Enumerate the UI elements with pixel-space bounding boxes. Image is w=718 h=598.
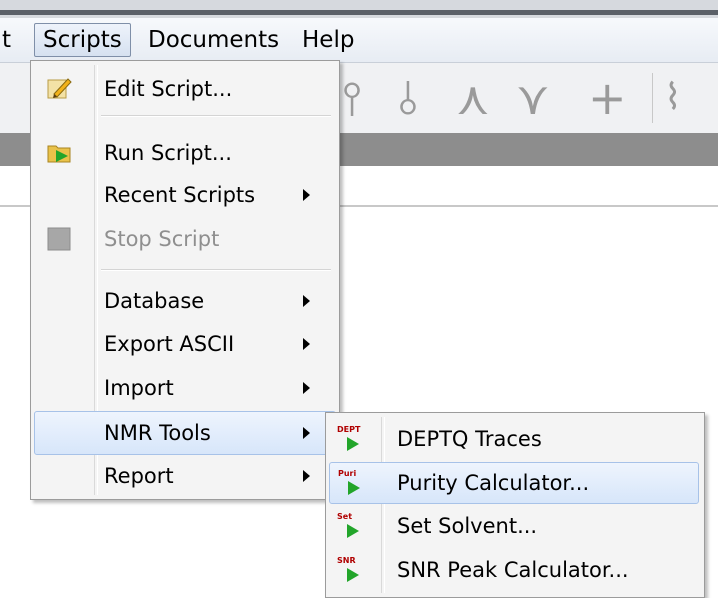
play-icon bbox=[347, 524, 359, 538]
icon-tag: Set bbox=[337, 512, 353, 521]
peak-pick-icon[interactable]: ⫰ bbox=[398, 67, 418, 129]
menu-item-label: Stop Script bbox=[104, 227, 220, 251]
icon-tag: SNR bbox=[337, 556, 356, 565]
toolbar-divider bbox=[652, 73, 653, 123]
snr-script-icon: SNR bbox=[337, 556, 365, 584]
menu-item-label: NMR Tools bbox=[104, 421, 211, 445]
menu-item-label: Database bbox=[104, 289, 205, 313]
edit-script-icon bbox=[47, 78, 72, 99]
submenu-arrow-icon bbox=[303, 189, 310, 201]
nmr-tools-submenu: DEPT DEPTQ Traces Puri Purity Calculator… bbox=[325, 412, 705, 598]
submenu-item-deptq-traces[interactable]: DEPT DEPTQ Traces bbox=[329, 419, 697, 459]
menu-item-label: Recent Scripts bbox=[104, 183, 256, 207]
menu-separator bbox=[101, 269, 331, 271]
play-icon bbox=[348, 481, 360, 495]
run-script-icon bbox=[47, 145, 71, 163]
menu-item-label: Import bbox=[104, 376, 174, 400]
icon-tag: Puri bbox=[338, 469, 357, 478]
submenu-item-set-solvent[interactable]: Set Set Solvent... bbox=[329, 506, 697, 546]
menu-help[interactable]: Help bbox=[294, 23, 362, 57]
submenu-arrow-icon bbox=[303, 382, 310, 394]
menu-item-label: Export ASCII bbox=[104, 332, 235, 356]
menu-item-edit-script[interactable]: Edit Script... bbox=[34, 68, 334, 110]
menu-scripts[interactable]: Scripts bbox=[34, 23, 131, 57]
submenu-item-label: Purity Calculator... bbox=[397, 471, 590, 495]
deptq-script-icon: DEPT bbox=[337, 425, 365, 453]
submenu-arrow-icon bbox=[303, 427, 310, 439]
submenu-arrow-icon bbox=[303, 338, 310, 350]
multiplet-manual-icon[interactable]: ⋎ bbox=[516, 67, 550, 129]
scripts-menu: Edit Script... Run Script... Recent Scri… bbox=[30, 60, 340, 500]
icon-tag: DEPT bbox=[337, 425, 361, 434]
menu-item-label: Report bbox=[104, 464, 174, 488]
submenu-arrow-icon bbox=[303, 295, 310, 307]
purity-script-icon: Puri bbox=[338, 469, 366, 497]
integrate-icon[interactable]: ⫯ bbox=[342, 67, 362, 129]
menu-item-nmr-tools[interactable]: NMR Tools bbox=[34, 411, 336, 455]
menu-item-recent-scripts[interactable]: Recent Scripts bbox=[34, 174, 334, 216]
crosshair-icon[interactable]: + bbox=[588, 67, 627, 129]
menu-item-run-script[interactable]: Run Script... bbox=[34, 132, 334, 174]
submenu-item-snr-peak-calculator[interactable]: SNR SNR Peak Calculator... bbox=[329, 550, 697, 590]
submenu-item-label: SNR Peak Calculator... bbox=[397, 558, 629, 582]
play-icon bbox=[347, 437, 359, 451]
peak-label-icon[interactable]: ⌇ bbox=[664, 67, 682, 129]
play-icon bbox=[347, 568, 359, 582]
menu-item-export-ascii[interactable]: Export ASCII bbox=[34, 323, 334, 365]
menu-item-report[interactable]: Report bbox=[34, 455, 334, 497]
title-strip bbox=[0, 0, 718, 18]
menu-item-label: Run Script... bbox=[104, 141, 232, 165]
submenu-item-label: DEPTQ Traces bbox=[397, 427, 542, 451]
multiplet-icon[interactable]: ⋏ bbox=[456, 67, 490, 129]
menu-documents[interactable]: Documents bbox=[140, 23, 287, 57]
submenu-arrow-icon bbox=[303, 470, 310, 482]
menu-item-label: Edit Script... bbox=[104, 77, 233, 101]
stop-script-icon bbox=[47, 227, 71, 251]
title-strip-line bbox=[0, 10, 718, 15]
set-solvent-script-icon: Set bbox=[337, 512, 365, 540]
menu-partial-item[interactable]: t bbox=[0, 23, 19, 57]
menu-item-database[interactable]: Database bbox=[34, 280, 334, 322]
submenu-item-purity-calculator[interactable]: Puri Purity Calculator... bbox=[329, 462, 699, 504]
submenu-item-label: Set Solvent... bbox=[397, 514, 538, 538]
menu-item-import[interactable]: Import bbox=[34, 367, 334, 409]
menu-item-stop-script: Stop Script bbox=[34, 218, 334, 260]
menu-separator bbox=[101, 115, 331, 117]
menu-bar: t Scripts Documents Help bbox=[0, 18, 718, 63]
